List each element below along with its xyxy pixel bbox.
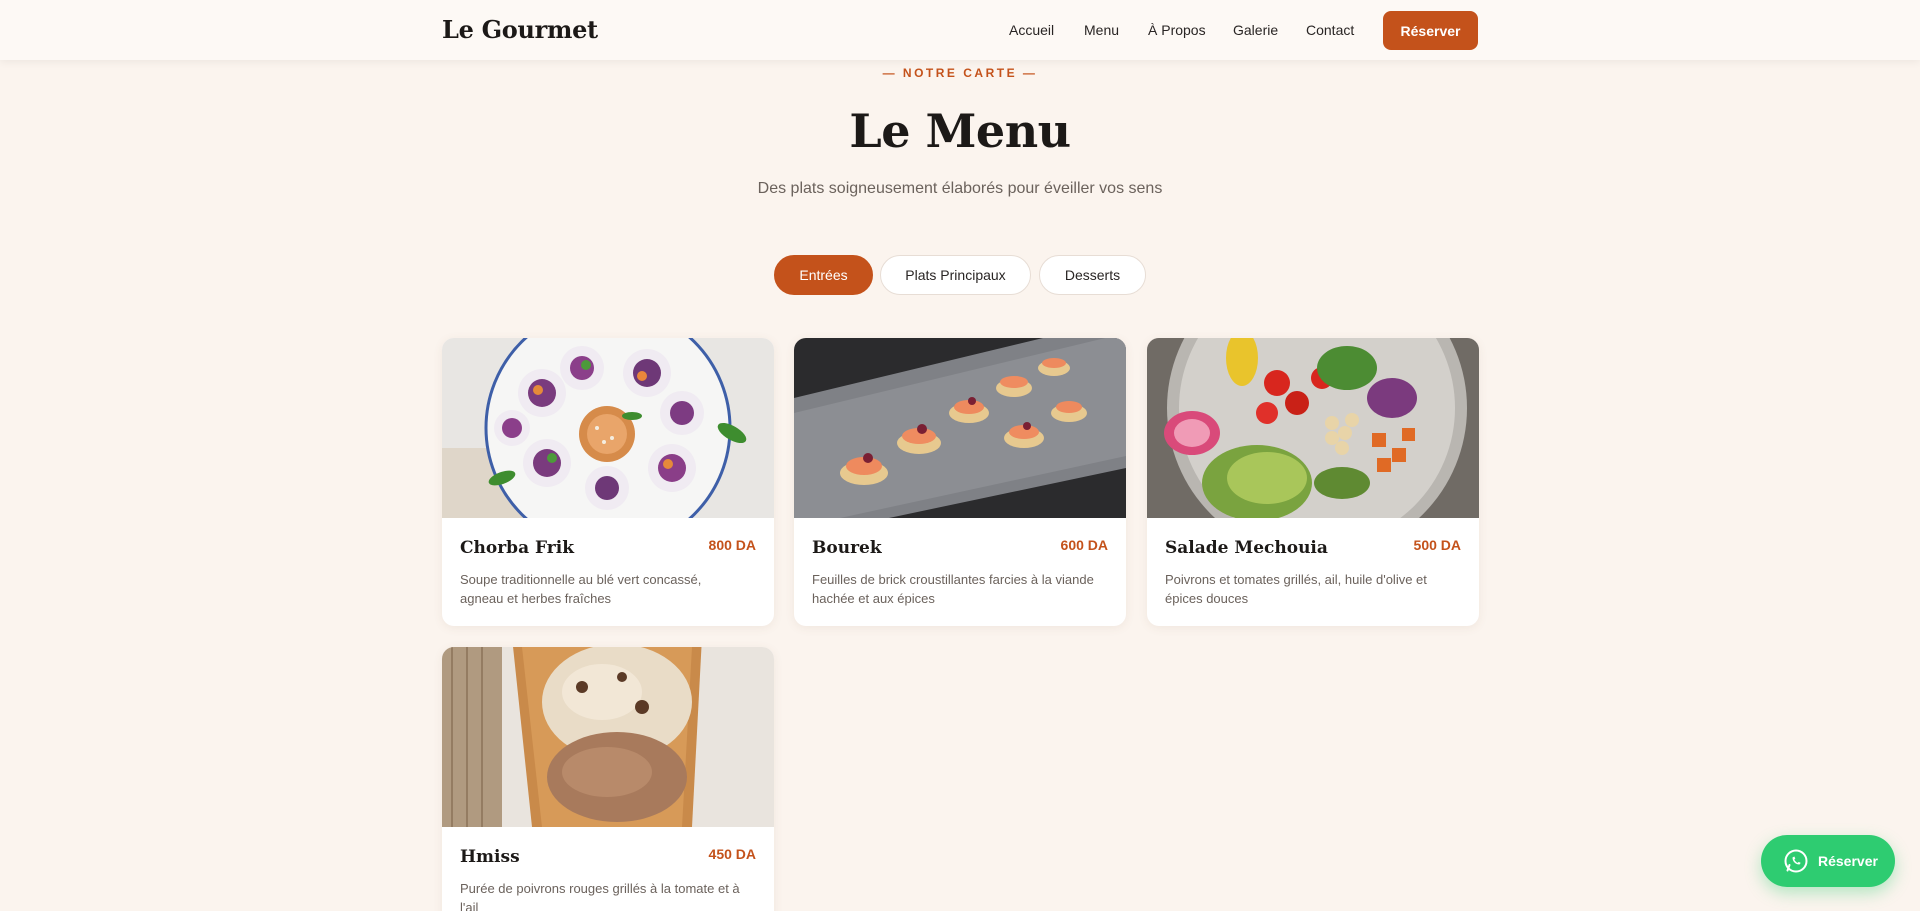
dish-card-body: Bourek 600 DA Feuilles de brick croustil… bbox=[794, 518, 1126, 626]
dish-description: Purée de poivrons rouges grillés à la to… bbox=[460, 881, 740, 911]
dish-price: 450 DA bbox=[708, 846, 756, 862]
nav-link-galerie[interactable]: Galerie bbox=[1233, 22, 1278, 38]
whatsapp-icon bbox=[1784, 849, 1808, 873]
site-header: Le Gourmet Accueil Menu À Propos Galerie… bbox=[0, 0, 1920, 60]
nav-link-a-propos[interactable]: À Propos bbox=[1148, 22, 1206, 38]
spring-rolls-photo bbox=[442, 338, 774, 518]
page-title: Le Menu bbox=[849, 104, 1071, 158]
dish-description: Feuilles de brick croustillantes farcies… bbox=[812, 572, 1094, 606]
whatsapp-reserve-button[interactable]: Réserver bbox=[1761, 835, 1895, 887]
dish-card-body: Chorba Frik 800 DA Soupe traditionnelle … bbox=[442, 518, 774, 626]
ice-cream-cone-photo bbox=[442, 647, 774, 827]
dish-price: 600 DA bbox=[1060, 537, 1108, 553]
dish-card[interactable]: Salade Mechouia 500 DA Poivrons et tomat… bbox=[1147, 338, 1479, 626]
nav-link-menu[interactable]: Menu bbox=[1084, 22, 1119, 38]
tab-desserts[interactable]: Desserts bbox=[1039, 255, 1146, 295]
dish-description: Soupe traditionnelle au blé vert concass… bbox=[460, 572, 702, 606]
page-subtitle: Des plats soigneusement élaborés pour év… bbox=[757, 180, 1163, 197]
dish-card[interactable]: Chorba Frik 800 DA Soupe traditionnelle … bbox=[442, 338, 774, 626]
dish-card[interactable]: Bourek 600 DA Feuilles de brick croustil… bbox=[794, 338, 1126, 626]
dish-card-body: Hmiss 450 DA Purée de poivrons rouges gr… bbox=[442, 827, 774, 911]
section-eyebrow: — NOTRE CARTE — bbox=[882, 66, 1038, 80]
dish-description: Poivrons et tomates grillés, ail, huile … bbox=[1165, 572, 1427, 606]
salad-bowl-photo bbox=[1147, 338, 1479, 518]
dish-price: 500 DA bbox=[1413, 537, 1461, 553]
salmon-canapes-photo bbox=[794, 338, 1126, 518]
dish-card-body: Salade Mechouia 500 DA Poivrons et tomat… bbox=[1147, 518, 1479, 626]
whatsapp-label: Réserver bbox=[1818, 853, 1878, 869]
reserve-button[interactable]: Réserver bbox=[1383, 11, 1478, 50]
tab-entrees[interactable]: Entrées bbox=[774, 255, 873, 295]
brand-logo[interactable]: Le Gourmet bbox=[442, 15, 598, 44]
nav-link-contact[interactable]: Contact bbox=[1306, 22, 1354, 38]
tab-plats-principaux[interactable]: Plats Principaux bbox=[880, 255, 1031, 295]
nav-link-accueil[interactable]: Accueil bbox=[1009, 22, 1054, 38]
dish-card[interactable]: Hmiss 450 DA Purée de poivrons rouges gr… bbox=[442, 647, 774, 911]
dish-price: 800 DA bbox=[708, 537, 756, 553]
